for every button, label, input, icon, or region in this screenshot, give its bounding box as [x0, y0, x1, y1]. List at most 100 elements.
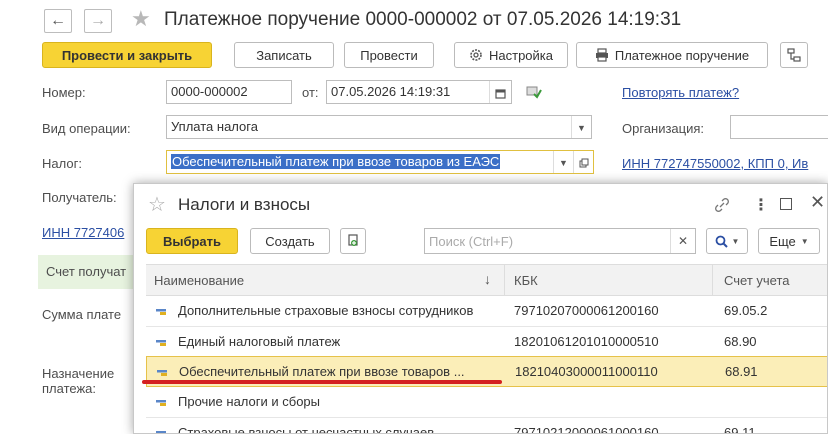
- row-account: 68.91: [725, 364, 758, 379]
- calendar-button[interactable]: [489, 81, 511, 103]
- dialog-star-icon[interactable]: ☆: [148, 192, 166, 217]
- settings-label: Настройка: [489, 47, 553, 63]
- table-row[interactable]: Дополнительные страховые взносы сотрудни…: [146, 296, 827, 327]
- more-label: Еще: [769, 233, 796, 249]
- operation-label: Вид операции:: [42, 121, 131, 136]
- number-field[interactable]: 0000-000002: [166, 80, 292, 104]
- sum-label: Сумма плате: [42, 307, 122, 322]
- gear-icon: [470, 49, 482, 61]
- arrow-right-icon: →: [90, 12, 106, 29]
- column-divider: [504, 265, 505, 296]
- search-input[interactable]: Поиск (Ctrl+F) ✕: [424, 228, 696, 254]
- tax-item-icon: [156, 400, 166, 406]
- row-name: Прочие налоги и сборы: [178, 394, 321, 409]
- select-label: Выбрать: [162, 233, 222, 249]
- row-name: Обеспечительный платеж при ввозе товаров…: [179, 364, 465, 379]
- row-kbk: 79710207000061200160: [514, 303, 659, 318]
- hierarchy-icon: [787, 48, 801, 62]
- create-button[interactable]: Создать: [250, 228, 330, 254]
- sort-down-icon[interactable]: ↓: [484, 271, 491, 287]
- tax-dropdown-button[interactable]: ▼: [553, 151, 573, 173]
- printer-icon: [595, 48, 608, 62]
- more-vertical-icon[interactable]: ⋮: [753, 195, 769, 215]
- search-button[interactable]: ▼: [706, 228, 748, 254]
- status-check-icon[interactable]: [526, 85, 542, 99]
- table-row[interactable]: Прочие налоги и сборы: [146, 387, 827, 418]
- purpose-label: Назначение платежа:: [42, 366, 115, 396]
- operation-select[interactable]: Уплата налога ▼: [166, 115, 592, 139]
- repeat-payment-link[interactable]: Повторять платеж?: [622, 85, 739, 100]
- post-and-close-button[interactable]: Провести и закрыть: [42, 42, 212, 68]
- table-row[interactable]: Единый налоговый платеж 1820106120101000…: [146, 327, 827, 358]
- save-button[interactable]: Записать: [234, 42, 334, 68]
- clear-search-button[interactable]: ✕: [670, 229, 695, 253]
- date-label: от:: [302, 85, 319, 100]
- recipient-label: Получатель:: [42, 190, 117, 205]
- red-underline-annotation: [142, 380, 502, 384]
- row-account: 69.05.2: [724, 303, 768, 318]
- recipient-inn-link[interactable]: ИНН 7727406: [42, 225, 124, 240]
- operation-value: Уплата налога: [171, 119, 258, 134]
- arrow-left-icon: ←: [50, 12, 66, 29]
- row-kbk: 79710212000061000160: [514, 425, 659, 434]
- create-label: Создать: [265, 233, 315, 249]
- table-header: Наименование ↓ КБК Счет учета: [146, 264, 827, 296]
- tax-item-icon: [157, 370, 167, 376]
- organization-label: Организация:: [622, 121, 705, 136]
- link-icon[interactable]: [714, 197, 730, 213]
- date-value: 07.05.2026 14:19:31: [331, 84, 451, 99]
- payment-order-print-button[interactable]: Платежное поручение: [576, 42, 768, 68]
- tax-item-icon: [156, 431, 166, 433]
- tax-item-icon: [156, 340, 166, 346]
- calendar-icon: [495, 88, 506, 99]
- chevron-down-icon: ▼: [731, 236, 740, 246]
- row-account: 69.11: [724, 425, 756, 434]
- taxes-dialog: ☆ Налоги и взносы ⋮ ✕ Выбрать Создать По…: [133, 183, 828, 434]
- tax-open-button[interactable]: [573, 151, 593, 173]
- copy-button[interactable]: [340, 228, 366, 254]
- settings-button[interactable]: Настройка: [454, 42, 568, 68]
- close-icon[interactable]: ✕: [810, 192, 825, 213]
- back-button[interactable]: ←: [44, 9, 72, 33]
- column-divider: [712, 265, 713, 296]
- column-account[interactable]: Счет учета: [724, 273, 790, 288]
- more-button[interactable]: Еще ▼: [758, 228, 820, 254]
- search-placeholder: Поиск (Ctrl+F): [429, 234, 514, 249]
- date-field[interactable]: 07.05.2026 14:19:31: [326, 80, 512, 104]
- row-name: Единый налоговый платеж: [178, 334, 341, 349]
- row-name: Дополнительные страховые взносы сотрудни…: [178, 303, 474, 318]
- tax-label: Налог:: [42, 156, 82, 171]
- open-window-icon: [579, 158, 588, 168]
- window-title: Платежное поручение 0000-000002 от 07.05…: [164, 9, 682, 30]
- search-icon: [715, 235, 728, 248]
- organization-field[interactable]: [730, 115, 828, 139]
- favorite-star-icon[interactable]: ★: [131, 6, 151, 32]
- post-button[interactable]: Провести: [344, 42, 434, 68]
- tax-select[interactable]: Обеспечительный платеж при ввозе товаров…: [166, 150, 594, 174]
- table-row[interactable]: Страховые взносы от несчастных случаев 7…: [146, 418, 827, 434]
- post-and-close-label: Провести и закрыть: [61, 47, 193, 63]
- post-label: Провести: [360, 47, 418, 63]
- recipient-account-panel: Счет получат: [38, 255, 138, 289]
- chevron-down-icon: ▼: [800, 236, 809, 246]
- number-label: Номер:: [42, 85, 86, 100]
- recipient-account-text: Счет получат: [46, 264, 127, 279]
- inn-kpp-link[interactable]: ИНН 772747550002, КПП 0, Ив: [622, 156, 808, 171]
- save-label: Записать: [256, 47, 312, 63]
- row-kbk: 18210403000011000110: [515, 364, 658, 379]
- column-kbk[interactable]: КБК: [514, 273, 538, 288]
- chevron-down-icon: ▼: [577, 123, 586, 133]
- dialog-title: Налоги и взносы: [178, 195, 311, 214]
- copy-icon: [348, 234, 358, 246]
- tax-item-icon: [156, 309, 166, 315]
- forward-button[interactable]: →: [84, 9, 112, 33]
- operation-dropdown-button[interactable]: ▼: [571, 116, 591, 138]
- column-name[interactable]: Наименование: [154, 273, 244, 288]
- tax-value: Обеспечительный платеж при ввозе товаров…: [171, 154, 501, 169]
- row-kbk: 18201061201010000510: [514, 334, 659, 349]
- maximize-icon[interactable]: [780, 198, 792, 210]
- payment-order-label: Платежное поручение: [614, 47, 750, 63]
- structure-button[interactable]: [780, 42, 808, 68]
- select-button[interactable]: Выбрать: [146, 228, 238, 254]
- chevron-down-icon: ▼: [559, 158, 568, 168]
